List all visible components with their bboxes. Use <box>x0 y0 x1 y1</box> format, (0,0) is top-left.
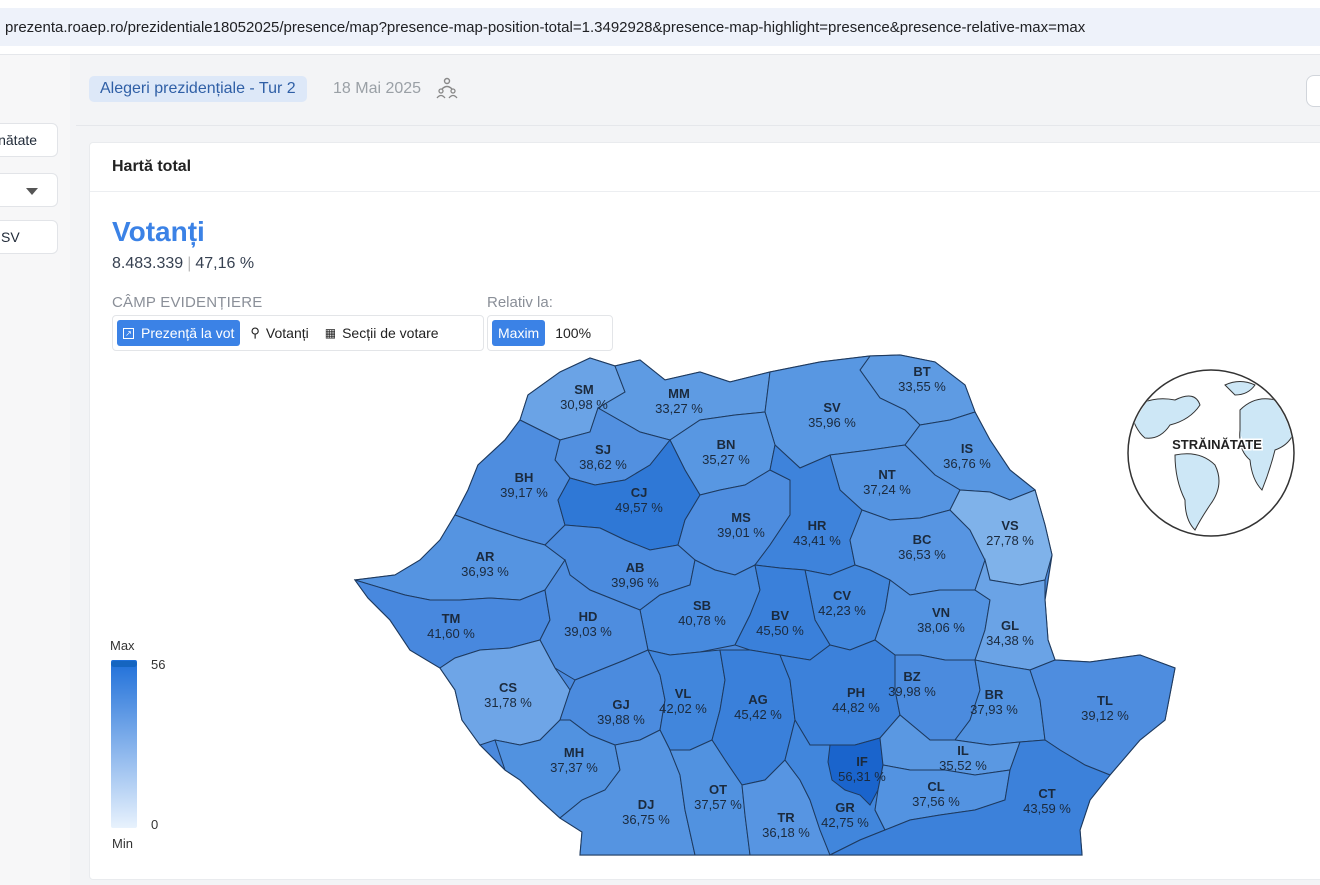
county-value: 33,55 % <box>898 379 946 394</box>
county-code: VS <box>1001 518 1019 533</box>
county-value: 37,37 % <box>550 760 598 775</box>
county-code: OT <box>709 782 727 797</box>
county-code: HD <box>579 609 598 624</box>
county-code: SV <box>823 400 841 415</box>
county-code: MS <box>731 510 751 525</box>
county-code: HR <box>808 518 827 533</box>
county-code: BC <box>913 532 932 547</box>
county-value: 44,82 % <box>832 700 880 715</box>
county-code: BH <box>515 470 534 485</box>
county-value: 27,78 % <box>986 533 1034 548</box>
county-code: VN <box>932 605 950 620</box>
county-value: 38,06 % <box>917 620 965 635</box>
county-code: PH <box>847 685 865 700</box>
county-code: AR <box>476 549 495 564</box>
county-code: CS <box>499 680 517 695</box>
county-value: 45,42 % <box>734 707 782 722</box>
county-value: 42,02 % <box>659 701 707 716</box>
county-code: VL <box>675 686 692 701</box>
county-value: 33,27 % <box>655 401 703 416</box>
county-value: 34,38 % <box>986 633 1034 648</box>
county-value: 41,60 % <box>427 626 475 641</box>
county-value: 40,78 % <box>678 613 726 628</box>
county-value: 43,59 % <box>1023 801 1071 816</box>
county-code: AG <box>748 692 768 707</box>
county-code: BV <box>771 608 789 623</box>
county-value: 42,23 % <box>818 603 866 618</box>
county-code: SM <box>574 382 594 397</box>
county-value: 43,41 % <box>793 533 841 548</box>
county-value: 37,57 % <box>694 797 742 812</box>
county-value: 39,12 % <box>1081 708 1129 723</box>
county-value: 38,62 % <box>579 457 627 472</box>
county-code: SJ <box>595 442 611 457</box>
county-code: GJ <box>612 697 629 712</box>
county-code: TM <box>442 611 461 626</box>
county-value: 36,93 % <box>461 564 509 579</box>
globe-icon[interactable]: STRĂINĂTATE <box>1127 369 1295 537</box>
county-value: 42,75 % <box>821 815 869 830</box>
county-code: BZ <box>903 669 920 684</box>
county-code: BR <box>985 687 1004 702</box>
county-value: 30,98 % <box>560 397 608 412</box>
county-code: TR <box>777 810 795 825</box>
county-value: 35,52 % <box>939 758 987 773</box>
county-value: 56,31 % <box>838 769 886 784</box>
abroad-label: STRĂINĂTATE <box>1172 437 1262 452</box>
county-code: IS <box>961 441 974 456</box>
county-value: 39,96 % <box>611 575 659 590</box>
county-code: CV <box>833 588 851 603</box>
county-code: CL <box>927 779 944 794</box>
county-value: 37,24 % <box>863 482 911 497</box>
county-value: 45,50 % <box>756 623 804 638</box>
county-code: DJ <box>638 797 655 812</box>
county-value: 37,93 % <box>970 702 1018 717</box>
county-value: 39,17 % <box>500 485 548 500</box>
county-code: BT <box>913 364 930 379</box>
county-value: 49,57 % <box>615 500 663 515</box>
county-code: IF <box>856 754 868 769</box>
county-value: 39,01 % <box>717 525 765 540</box>
county-code: TL <box>1097 693 1113 708</box>
county-value: 39,88 % <box>597 712 645 727</box>
county-code: AB <box>626 560 645 575</box>
county-polygons <box>353 354 1176 856</box>
county-value: 36,53 % <box>898 547 946 562</box>
county-value: 36,18 % <box>762 825 810 840</box>
county-code: CJ <box>631 485 648 500</box>
county-value: 37,56 % <box>912 794 960 809</box>
county-code: MM <box>668 386 690 401</box>
county-value: 35,27 % <box>702 452 750 467</box>
county-value: 36,76 % <box>943 456 991 471</box>
county-code: GR <box>835 800 855 815</box>
county-value: 39,03 % <box>564 624 612 639</box>
county-code: NT <box>878 467 895 482</box>
county-value: 31,78 % <box>484 695 532 710</box>
romania-map: SM30,98 %MM33,27 %BT33,55 %SV35,96 %SJ38… <box>353 354 1295 856</box>
county-value: 39,98 % <box>888 684 936 699</box>
county-code: GL <box>1001 618 1019 633</box>
county-code: CT <box>1038 786 1055 801</box>
county-value: 35,96 % <box>808 415 856 430</box>
county-code: SB <box>693 598 711 613</box>
county-code: MH <box>564 745 584 760</box>
county-value: 36,75 % <box>622 812 670 827</box>
county-code: BN <box>717 437 736 452</box>
county-code: IL <box>957 743 969 758</box>
